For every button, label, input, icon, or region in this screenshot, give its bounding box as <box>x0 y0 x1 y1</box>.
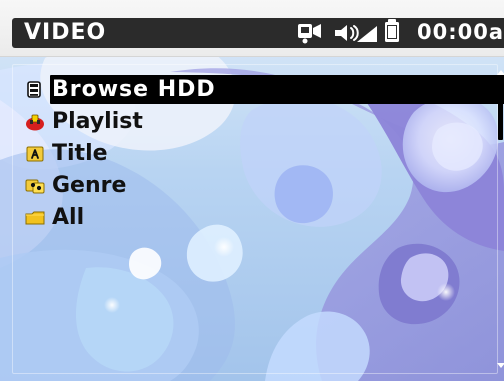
status-icons-group: 00:00a <box>290 18 504 48</box>
battery-icon <box>385 19 399 42</box>
menu-item-browse-hdd[interactable]: Browse HDD <box>24 74 504 106</box>
clock: 00:00a <box>416 20 504 44</box>
menu-panel: Browse HDD Playlist Title Genre All <box>12 64 504 374</box>
chevron-down-icon[interactable] <box>496 360 504 370</box>
video-menu: Browse HDD Playlist Title Genre All <box>24 74 504 234</box>
menu-item-label: Browse HDD <box>52 77 216 102</box>
playlist-icon <box>26 114 44 131</box>
genre-icon <box>25 179 45 194</box>
menu-item-label: All <box>52 205 85 230</box>
scroll-thumb[interactable] <box>498 98 503 140</box>
folder-icon <box>25 211 45 225</box>
device-screen: VIDEO 00:00a Browse HDD Playlist Title G… <box>0 0 504 381</box>
menu-item-label: Title <box>52 141 108 166</box>
scrollbar[interactable] <box>495 68 504 370</box>
menu-item-label: Genre <box>52 173 127 198</box>
title-icon <box>26 146 44 162</box>
page-title: VIDEO <box>24 20 107 45</box>
hdd-icon <box>27 81 41 98</box>
menu-item-playlist[interactable]: Playlist <box>24 106 494 138</box>
chevron-up-icon[interactable] <box>496 68 504 78</box>
menu-item-label: Playlist <box>52 109 143 134</box>
menu-item-title[interactable]: Title <box>24 138 494 170</box>
menu-item-all[interactable]: All <box>24 202 494 234</box>
status-bar: VIDEO 00:00a <box>0 0 504 57</box>
status-bar-dark-band: VIDEO 00:00a <box>12 18 504 48</box>
video-icon <box>298 24 321 44</box>
menu-item-genre[interactable]: Genre <box>24 170 494 202</box>
